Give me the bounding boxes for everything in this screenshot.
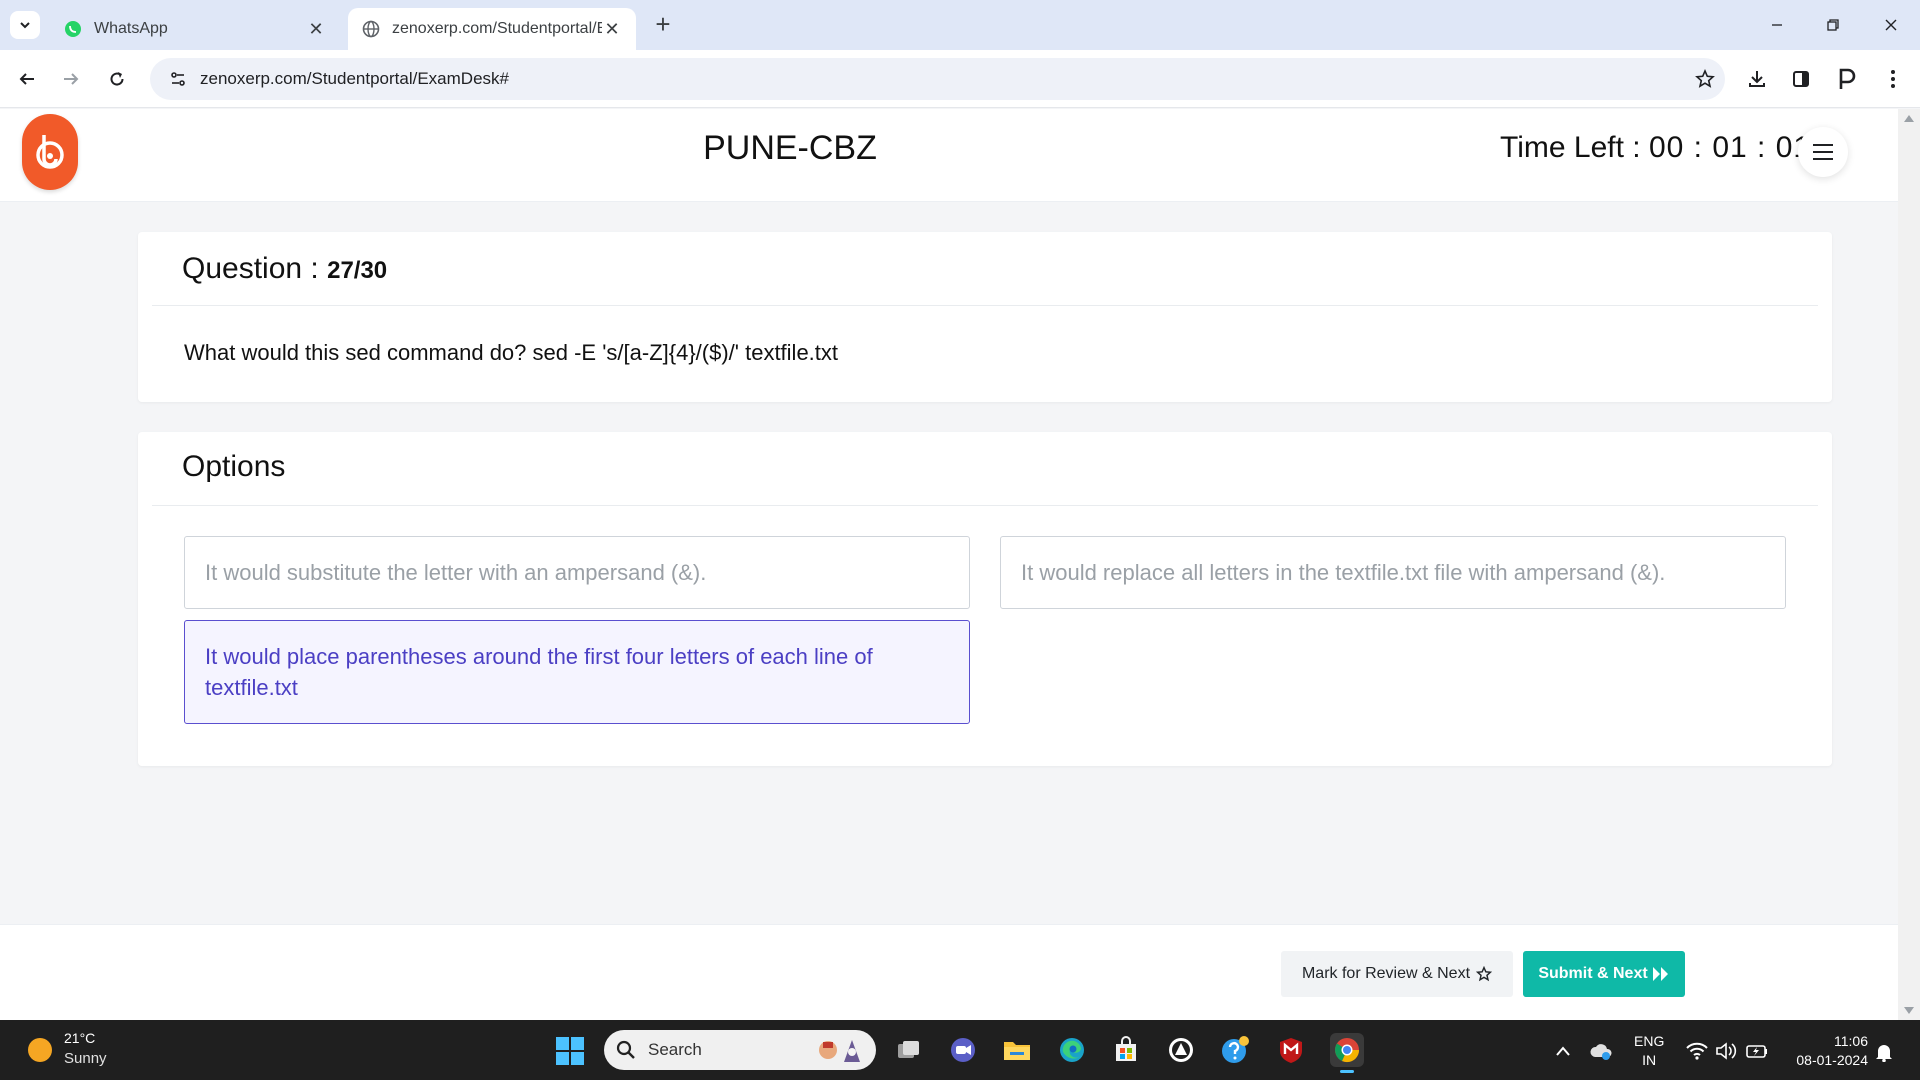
onedrive-cloud-icon[interactable] xyxy=(1588,1038,1614,1064)
option-1[interactable]: It would substitute the letter with an a… xyxy=(184,536,970,609)
teams-meet-icon[interactable] xyxy=(946,1033,980,1067)
help-app-icon[interactable] xyxy=(1218,1033,1252,1067)
task-view-icon[interactable] xyxy=(892,1033,926,1067)
notification-bell-icon[interactable] xyxy=(1872,1040,1896,1064)
weather-temperature[interactable]: 21°C xyxy=(64,1030,95,1046)
chrome-icon[interactable] xyxy=(1330,1033,1364,1073)
globe-icon xyxy=(362,20,380,38)
chevron-down-icon xyxy=(20,22,30,29)
search-placeholder: Search xyxy=(648,1040,702,1059)
option-text: It would place parentheses around the fi… xyxy=(205,644,873,700)
address-bar[interactable]: zenoxerp.com/Studentportal/ExamDesk# xyxy=(150,58,1725,100)
chevron-up-icon[interactable] xyxy=(1550,1038,1576,1064)
exam-header: PUNE-CBZ Time Left : 00 : 01 : 01 xyxy=(0,109,1898,202)
option-2[interactable]: It would replace all letters in the text… xyxy=(1000,536,1786,609)
download-icon[interactable] xyxy=(1742,64,1772,94)
option-3-selected[interactable]: It would place parentheses around the fi… xyxy=(184,620,970,724)
bookmark-star-icon[interactable] xyxy=(1685,69,1725,89)
file-explorer-icon[interactable] xyxy=(1000,1033,1034,1067)
question-card: Question : 27/30 What would this sed com… xyxy=(138,232,1832,402)
exam-center-name: PUNE-CBZ xyxy=(703,129,877,167)
more-menu-icon[interactable] xyxy=(1878,64,1908,94)
side-panel-icon[interactable] xyxy=(1786,64,1816,94)
taskbar-search[interactable]: Search xyxy=(604,1030,876,1070)
review-label: Mark for Review & Next xyxy=(1301,965,1471,982)
browser-toolbar: zenoxerp.com/Studentportal/ExamDesk# xyxy=(0,50,1920,108)
close-icon[interactable]: ✕ xyxy=(306,19,326,39)
scroll-up-icon[interactable] xyxy=(1904,115,1914,122)
browser-tabstrip: WhatsApp ✕ zenoxerp.com/Studentportal/Ex… xyxy=(0,0,1920,50)
tab-exam-desk[interactable]: zenoxerp.com/Studentportal/Ex ✕ xyxy=(348,8,636,50)
profile-icon[interactable] xyxy=(1832,64,1862,94)
mark-for-review-button[interactable]: Mark for Review & Next xyxy=(1281,951,1513,997)
volume-icon[interactable] xyxy=(1713,1038,1739,1064)
timer-label: Time Left : xyxy=(1500,131,1641,164)
options-heading: Options xyxy=(182,450,286,483)
tab-title: zenoxerp.com/Studentportal/Ex xyxy=(392,20,602,37)
windows-start-icon[interactable] xyxy=(556,1037,584,1065)
option-text: It would replace all letters in the text… xyxy=(1021,560,1666,585)
star-icon xyxy=(1476,966,1493,982)
language-indicator[interactable]: ENG IN xyxy=(1634,1032,1664,1070)
question-number: 27/30 xyxy=(327,257,388,284)
app-shield-icon[interactable] xyxy=(1164,1033,1198,1067)
whatsapp-icon xyxy=(64,20,82,38)
close-icon[interactable]: ✕ xyxy=(602,19,622,39)
tab-title: WhatsApp xyxy=(94,20,168,37)
submit-label: Submit & Next xyxy=(1538,965,1648,982)
tab-search-button[interactable] xyxy=(10,11,40,39)
reload-icon[interactable] xyxy=(102,64,132,94)
question-label: Question : xyxy=(182,252,319,285)
question-text: What would this sed command do? sed -E '… xyxy=(184,340,839,365)
forward-icon[interactable] xyxy=(56,64,86,94)
close-window-icon[interactable] xyxy=(1876,10,1906,40)
options-card-header xyxy=(152,432,1818,506)
option-text: It would substitute the letter with an a… xyxy=(205,560,707,585)
submit-next-button[interactable]: Submit & Next xyxy=(1523,951,1685,997)
clock-date: 08-01-2024 xyxy=(1796,1052,1868,1068)
site-info-icon[interactable] xyxy=(156,70,200,88)
windows-taskbar: 21°C Sunny Search ENG IN 11:06 08-01-202… xyxy=(0,1020,1920,1080)
edge-browser-icon[interactable] xyxy=(1055,1033,1089,1067)
hamburger-icon xyxy=(1813,144,1833,160)
system-clock[interactable]: 11:06 08-01-2024 xyxy=(1780,1032,1868,1070)
battery-icon[interactable] xyxy=(1744,1038,1770,1064)
wifi-icon[interactable] xyxy=(1684,1038,1710,1064)
url-text[interactable]: zenoxerp.com/Studentportal/ExamDesk# xyxy=(200,69,1685,89)
question-card-header xyxy=(152,232,1818,306)
exam-footer: Mark for Review & Next Submit & Next xyxy=(0,924,1898,1020)
time-left: Time Left : 00 : 01 : 01 xyxy=(1500,131,1811,165)
new-tab-button[interactable]: + xyxy=(650,11,676,38)
microsoft-store-icon[interactable] xyxy=(1109,1033,1143,1067)
language-line1: ENG xyxy=(1634,1033,1665,1049)
tab-whatsapp[interactable]: WhatsApp ✕ xyxy=(50,8,340,50)
fast-forward-icon xyxy=(1652,967,1668,981)
mcafee-icon[interactable] xyxy=(1274,1033,1308,1067)
restore-icon[interactable] xyxy=(1818,10,1848,40)
options-card: Options It would substitute the letter w… xyxy=(138,432,1832,766)
language-line2: IN xyxy=(1642,1052,1657,1068)
hamburger-menu-button[interactable] xyxy=(1798,127,1848,177)
back-icon[interactable] xyxy=(12,64,42,94)
search-highlight-icon xyxy=(814,1036,866,1064)
sun-icon[interactable] xyxy=(28,1038,52,1062)
minimize-icon[interactable] xyxy=(1762,10,1792,40)
timer-value: 00 : 01 : 01 xyxy=(1648,131,1812,164)
question-heading: Question : 27/30 xyxy=(182,252,387,286)
page-scrollbar[interactable] xyxy=(1898,109,1920,1020)
clock-time: 11:06 xyxy=(1834,1033,1868,1049)
weather-description[interactable]: Sunny xyxy=(64,1050,107,1067)
scroll-down-icon[interactable] xyxy=(1904,1007,1914,1014)
search-icon xyxy=(616,1040,636,1060)
